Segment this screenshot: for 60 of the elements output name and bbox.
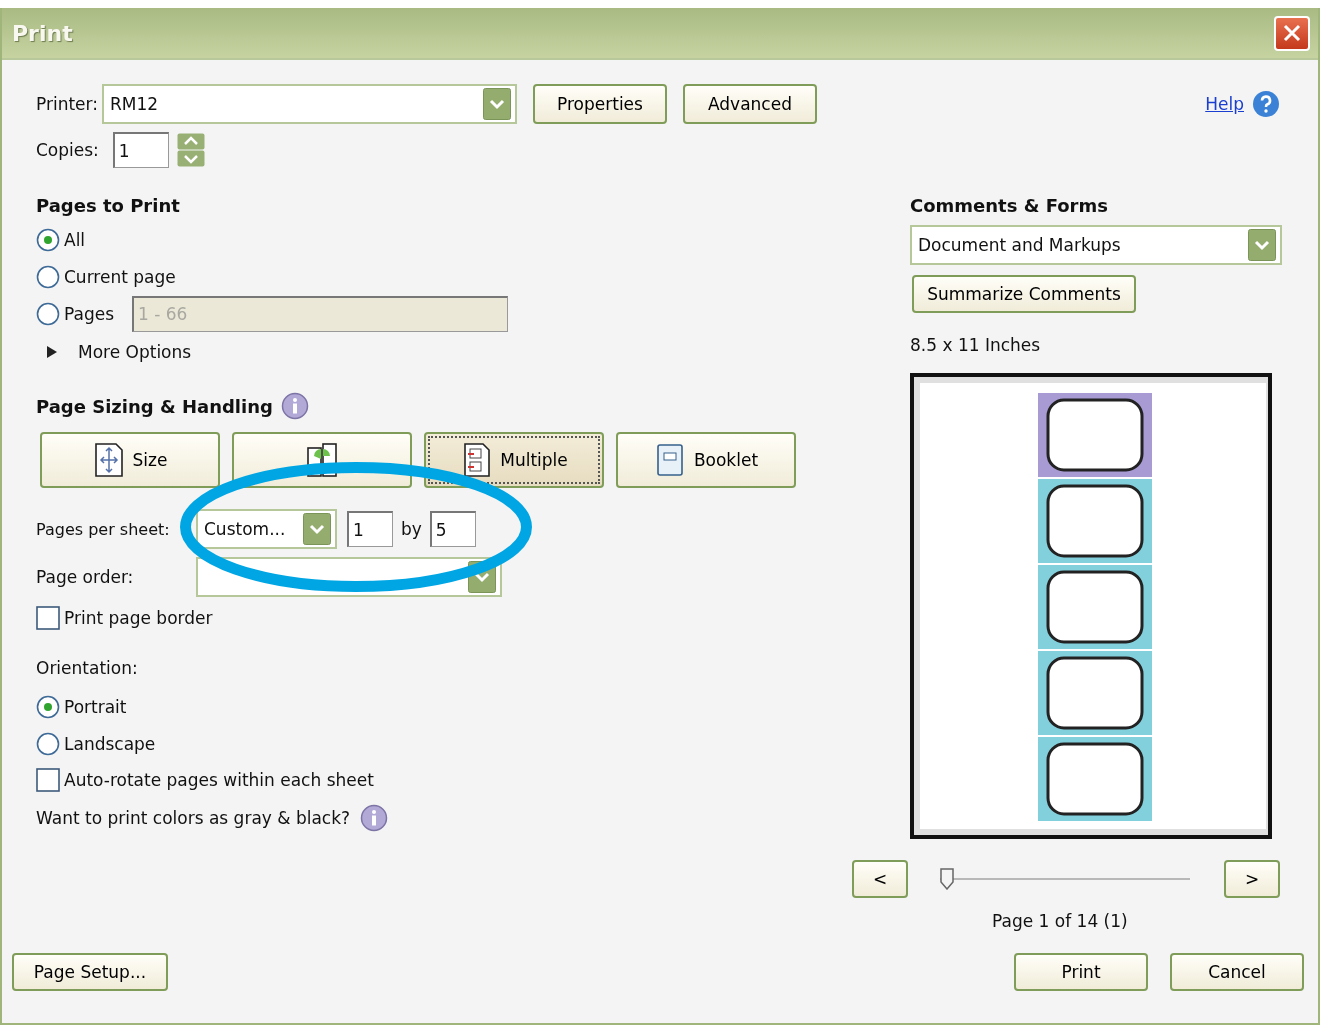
rows-field[interactable]: 5 (429, 511, 476, 547)
by-label: by (401, 519, 422, 539)
cancel-button[interactable]: Cancel (1170, 953, 1304, 991)
multiple-mode-button[interactable]: Multiple (424, 432, 604, 488)
page-slider[interactable] (940, 866, 1190, 892)
booklet-mode-button[interactable]: Booklet (616, 432, 796, 488)
section-heading: Page Sizing & Handling (36, 395, 273, 417)
checkbox-label: Print page border (64, 608, 213, 628)
radio-label: Pages (64, 303, 114, 324)
split-page-icon (306, 442, 338, 478)
close-button[interactable] (1274, 15, 1310, 51)
page-arrows-icon (92, 442, 125, 478)
pages-per-sheet-dropdown[interactable]: Custom... (196, 509, 337, 549)
advanced-button[interactable]: Advanced (683, 84, 817, 124)
dropdown-value: RM12 (110, 94, 160, 114)
comments-dropdown[interactable]: Document and Markups (910, 225, 1282, 265)
previous-page-button[interactable]: < (852, 860, 908, 898)
radio-button[interactable] (36, 301, 60, 326)
copies-field[interactable]: 1 (112, 132, 169, 168)
section-heading: Pages to Print (36, 195, 181, 218)
field-label: Page order: (36, 567, 135, 587)
field-label: Pages per sheet: (36, 519, 171, 539)
radio-button[interactable] (36, 227, 60, 252)
info-icon[interactable] (360, 804, 389, 832)
summarize-comments-button[interactable]: Summarize Comments (912, 275, 1136, 313)
info-icon[interactable] (280, 392, 309, 420)
radio-label: All (64, 229, 86, 250)
radio-button[interactable] (36, 731, 60, 756)
radio-label: Portrait (64, 696, 127, 717)
properties-button[interactable]: Properties (533, 84, 667, 124)
page-setup-button[interactable]: Page Setup... (12, 953, 168, 991)
radio-button[interactable] (36, 694, 60, 719)
expand-arrow-icon[interactable] (46, 345, 58, 359)
help-icon[interactable] (1252, 90, 1280, 118)
dropdown-value: Document and Markups (918, 235, 1122, 255)
radio-label: Landscape (64, 733, 156, 754)
window-title: Print (12, 20, 73, 46)
checkbox[interactable] (36, 768, 60, 792)
paper-size-label: 8.5 x 11 Inches (910, 335, 1041, 357)
radio-button[interactable] (36, 264, 60, 289)
printer-dropdown[interactable]: RM12 (102, 84, 517, 124)
next-page-button[interactable]: > (1224, 860, 1280, 898)
hint-text: Want to print colors as gray & black? (36, 808, 351, 828)
radio-label: Current page (64, 266, 176, 287)
slider-thumb[interactable] (940, 868, 954, 890)
field-label: Orientation: (36, 658, 138, 680)
field-label: Printer: (36, 94, 98, 114)
section-heading: Comments & Forms (910, 195, 1108, 218)
size-mode-button[interactable]: Size (40, 432, 220, 488)
more-options-link[interactable]: More Options (78, 342, 192, 362)
checkbox-label: Auto-rotate pages within each sheet (64, 770, 374, 790)
spinner-icon[interactable] (176, 133, 205, 167)
dropdown-value: Custom... (204, 519, 287, 539)
print-button[interactable]: Print (1014, 953, 1148, 991)
page-info: Page 1 of 14 (1) (992, 911, 1128, 933)
columns-field[interactable]: 1 (347, 511, 393, 547)
help-link[interactable]: Help (1205, 94, 1244, 114)
checkbox[interactable] (36, 606, 60, 630)
close-icon (1282, 23, 1302, 43)
field-label: Copies: (36, 140, 99, 160)
